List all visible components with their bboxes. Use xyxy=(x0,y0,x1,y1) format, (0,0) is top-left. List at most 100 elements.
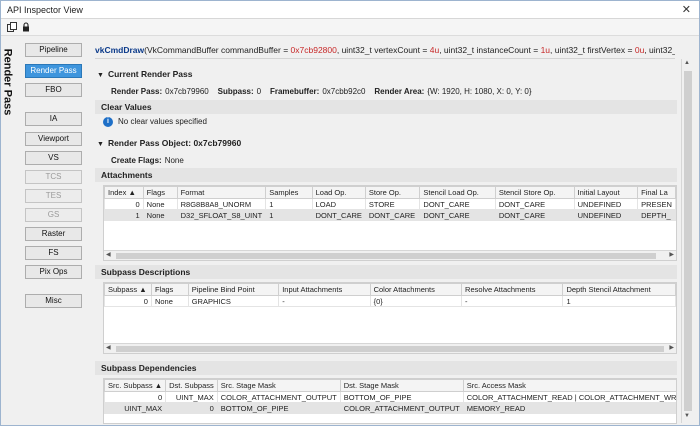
sort-ascending-icon: ▲ xyxy=(128,188,136,197)
table-cell: - xyxy=(461,295,564,307)
table-cell: UNDEFINED xyxy=(573,209,639,221)
table-cell: UINT_MAX xyxy=(165,391,218,403)
nav-render-pass-button[interactable]: Render Pass xyxy=(25,64,82,78)
subpass-dependencies-header: Subpass Dependencies xyxy=(95,361,677,375)
column-header[interactable]: Src. Access Mask xyxy=(462,379,676,392)
column-header[interactable]: Index ▲ xyxy=(104,186,144,199)
clear-values-note: No clear values specified xyxy=(118,117,207,127)
nav-tcs-button[interactable]: TCS xyxy=(25,170,82,184)
column-header[interactable]: Dst. Subpass xyxy=(165,379,218,392)
scrollbar-thumb[interactable] xyxy=(684,71,692,411)
column-header[interactable]: Src. Stage Mask xyxy=(216,379,341,392)
scroll-left-icon[interactable]: ◀ xyxy=(106,344,111,351)
subpass-dependencies-table: Src. Subpass ▲ Dst. Subpass Src. Stage M… xyxy=(104,379,676,414)
table-row[interactable]: UINT_MAX 0 BOTTOM_OF_PIPE COLOR_ATTACHME… xyxy=(104,402,676,414)
column-header-text: Subpass xyxy=(108,285,138,294)
sort-ascending-icon: ▲ xyxy=(139,285,147,294)
table-cell: COLOR_ATTACHMENT_OUTPUT xyxy=(339,402,464,414)
api-inspector-window: API Inspector View ✕ Render Pass Pipelin… xyxy=(0,0,700,426)
column-header[interactable]: Input Attachments xyxy=(278,283,371,296)
table-row[interactable]: 0 None R8G8B8A8_UNORM 1 LOAD STORE DONT_… xyxy=(104,198,676,210)
table-cell: DONT_CARE xyxy=(419,198,496,210)
scroll-left-icon[interactable]: ◀ xyxy=(106,251,111,258)
column-header[interactable]: Resolve Attachments xyxy=(461,283,564,296)
table-cell: MEMORY_READ xyxy=(462,402,676,414)
subpass-value: 0 xyxy=(256,87,262,96)
scrollbar-thumb[interactable] xyxy=(116,253,656,259)
scroll-right-icon[interactable]: ▶ xyxy=(669,251,674,258)
collapse-caret-icon[interactable]: ▼ xyxy=(97,72,104,79)
attachments-table: Index ▲ Flags Format Samples Load Op. St… xyxy=(104,186,676,221)
create-flags-value: None xyxy=(164,156,184,165)
column-header[interactable]: Store Op. xyxy=(364,186,421,199)
column-header[interactable]: Stencil Store Op. xyxy=(494,186,575,199)
create-flags-label: Create Flags: xyxy=(111,156,162,165)
column-header[interactable]: Flags xyxy=(150,283,189,296)
table-cell: STORE xyxy=(364,198,421,210)
table-row[interactable]: 1 None D32_SFLOAT_S8_UINT 1 DONT_CARE DO… xyxy=(104,209,676,221)
scroll-down-icon[interactable]: ▼ xyxy=(684,413,690,419)
call-text: , uint32_t firstInstance... xyxy=(644,45,675,55)
nav-pipeline-button[interactable]: Pipeline xyxy=(25,43,82,57)
column-header[interactable]: Format xyxy=(176,186,267,199)
column-header[interactable]: Initial Layout xyxy=(573,186,639,199)
section-title-text: Render Pass Object: 0x7cb79960 xyxy=(107,138,242,148)
column-header[interactable]: Src. Subpass ▲ xyxy=(104,379,167,392)
close-icon[interactable]: ✕ xyxy=(682,3,691,16)
table-cell: - xyxy=(278,295,371,307)
column-header[interactable]: Final La xyxy=(637,186,676,199)
collapse-caret-icon[interactable]: ▼ xyxy=(97,141,104,148)
nav-fs-button[interactable]: FS xyxy=(25,246,82,260)
attachments-table-box: Index ▲ Flags Format Samples Load Op. St… xyxy=(103,185,677,261)
table-cell: BOTTOM_OF_PIPE xyxy=(216,402,341,414)
table-cell: BOTTOM_OF_PIPE xyxy=(339,391,464,403)
table-cell: None xyxy=(150,295,189,307)
lock-icon[interactable] xyxy=(21,22,31,32)
nav-fbo-button[interactable]: FBO xyxy=(25,83,82,97)
table-cell: 1 xyxy=(562,295,676,307)
table-cell: 0 xyxy=(104,295,152,307)
column-header[interactable]: Color Attachments xyxy=(369,283,463,296)
table-row[interactable]: 0 UINT_MAX COLOR_ATTACHMENT_OUTPUT BOTTO… xyxy=(104,391,676,403)
main-vertical-scrollbar[interactable]: ▲ ▼ xyxy=(681,59,693,423)
table-cell: R8G8B8A8_UNORM xyxy=(176,198,267,210)
subpass-descriptions-header: Subpass Descriptions xyxy=(95,265,677,279)
nav-vs-button[interactable]: VS xyxy=(25,151,82,165)
current-render-pass-header[interactable]: ▼ Current Render Pass xyxy=(97,69,193,79)
nav-misc-button[interactable]: Misc xyxy=(25,294,82,308)
column-header[interactable]: Pipeline Bind Point xyxy=(187,283,280,296)
toolbar xyxy=(1,19,699,36)
nav-gs-button[interactable]: GS xyxy=(25,208,82,222)
table-cell: COLOR_ATTACHMENT_READ | COLOR_ATTACHMENT… xyxy=(462,391,676,403)
subpass-descriptions-table-box: Subpass ▲ Flags Pipeline Bind Point Inpu… xyxy=(103,282,677,354)
scroll-right-icon[interactable]: ▶ xyxy=(669,344,674,351)
scrollbar-thumb[interactable] xyxy=(116,346,664,352)
table-row[interactable]: 0 None GRAPHICS - {0} - 1 xyxy=(104,295,676,307)
nav-viewport-button[interactable]: Viewport xyxy=(25,132,82,146)
column-header[interactable]: Depth Stencil Attachment xyxy=(562,283,676,296)
attachments-horizontal-scrollbar[interactable]: ◀ ▶ xyxy=(104,250,676,260)
call-text: (VkCommandBuffer commandBuffer = xyxy=(144,45,291,55)
nav-ia-button[interactable]: IA xyxy=(25,112,82,126)
subpass-horizontal-scrollbar[interactable]: ◀ ▶ xyxy=(104,343,676,353)
table-cell: 1 xyxy=(265,209,313,221)
scroll-up-icon[interactable]: ▲ xyxy=(684,60,690,66)
column-header[interactable]: Subpass ▲ xyxy=(104,283,152,296)
call-text: , uint32_t firstVertex = xyxy=(550,45,635,55)
table-cell: DONT_CARE xyxy=(364,209,421,221)
nav-tes-button[interactable]: TES xyxy=(25,189,82,203)
nav-pix-ops-button[interactable]: Pix Ops xyxy=(25,265,82,279)
table-cell: 0 xyxy=(104,391,167,403)
sort-ascending-icon: ▲ xyxy=(154,381,163,390)
column-header[interactable]: Dst. Stage Mask xyxy=(339,379,464,392)
column-header[interactable]: Samples xyxy=(265,186,313,199)
render-pass-object-header[interactable]: ▼ Render Pass Object: 0x7cb79960 xyxy=(97,138,241,148)
table-cell: {0} xyxy=(369,295,463,307)
column-header[interactable]: Load Op. xyxy=(311,186,366,199)
copy-icon[interactable] xyxy=(7,22,17,32)
column-header[interactable]: Stencil Load Op. xyxy=(419,186,496,199)
render-pass-info: Render Pass: 0x7cb79960 Subpass: 0 Framebu… xyxy=(111,87,532,96)
table-cell: UNDEFINED xyxy=(573,198,639,210)
nav-raster-button[interactable]: Raster xyxy=(25,227,82,241)
column-header[interactable]: Flags xyxy=(142,186,178,199)
